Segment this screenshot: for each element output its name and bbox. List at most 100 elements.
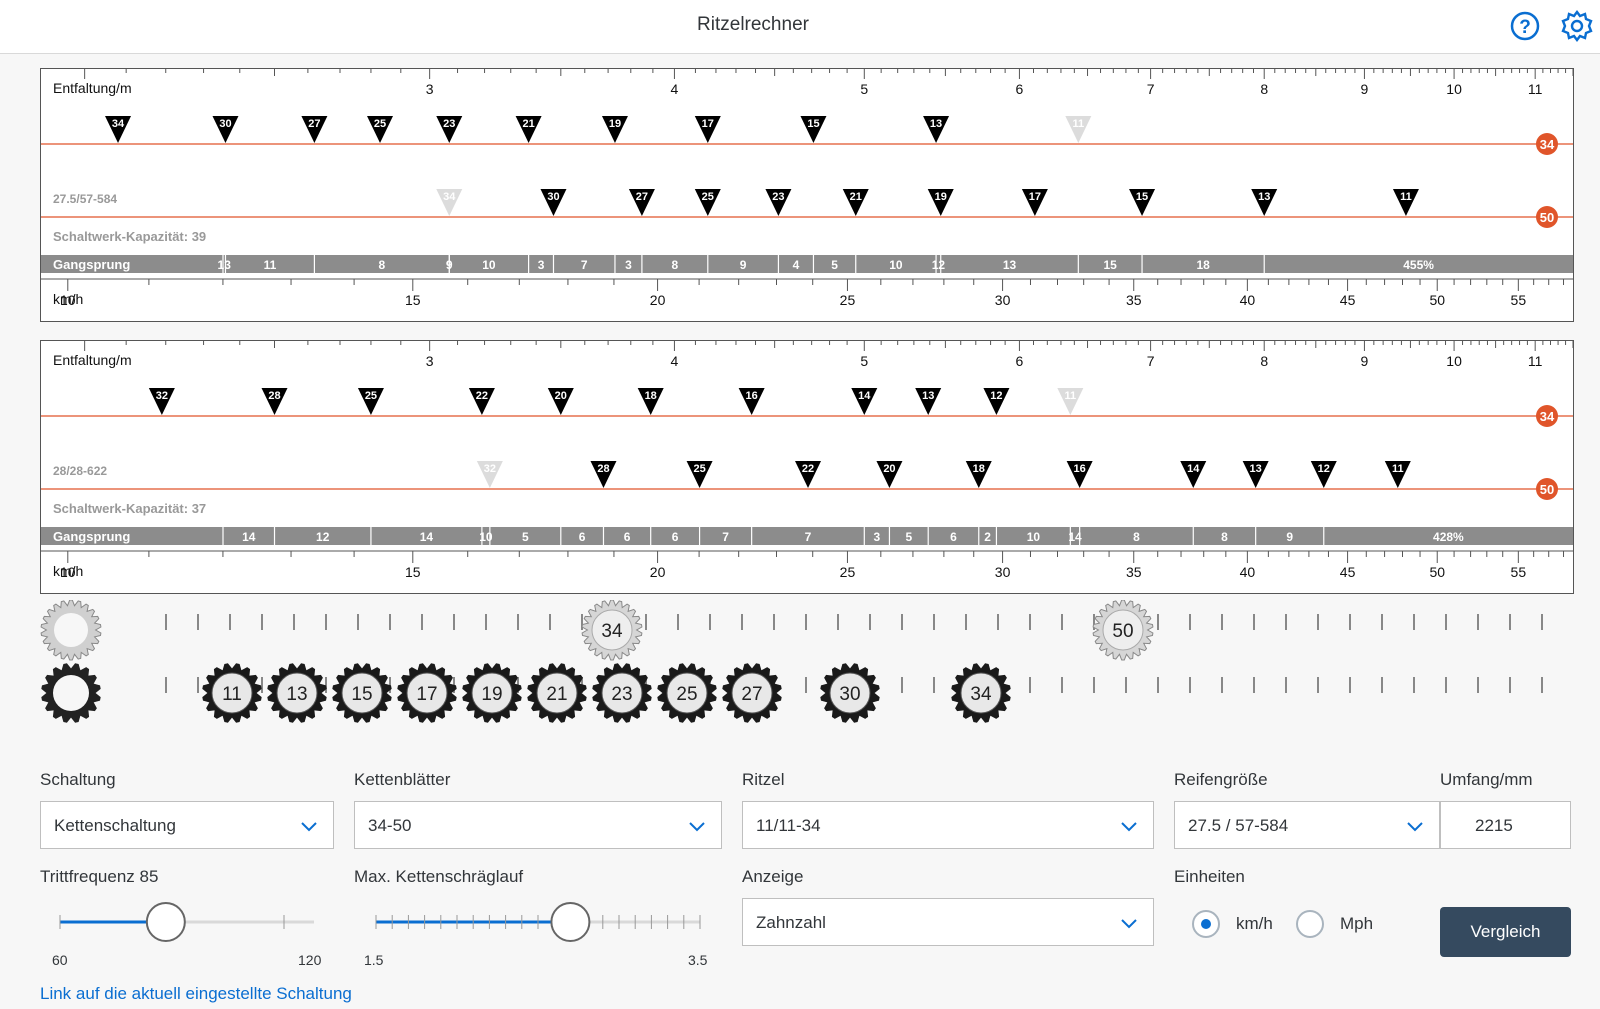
gangsprung-value: 5 bbox=[831, 258, 838, 272]
reifen-select[interactable]: 27.5 / 57-584 bbox=[1174, 801, 1440, 849]
entfaltung-tick-label: 5 bbox=[860, 353, 868, 369]
gangsprung-value: 10 bbox=[482, 258, 496, 272]
tire-label: 27.5/57-584 bbox=[53, 192, 117, 206]
kmh-tick-label: 40 bbox=[1240, 564, 1256, 580]
gangsprung-value: 14 bbox=[242, 530, 256, 544]
sprocket-marker-label: 30 bbox=[219, 118, 231, 130]
kmh-tick-label: 20 bbox=[650, 564, 666, 580]
kettenblaetter-select[interactable]: 34-50 bbox=[354, 801, 722, 849]
kmh-tick-label: 50 bbox=[1429, 564, 1445, 580]
sprocket-marker-label: 25 bbox=[365, 390, 377, 402]
entfaltung-tick-label: 10 bbox=[1446, 81, 1462, 97]
app-title: Ritzelrechner bbox=[697, 14, 809, 35]
gear-selector[interactable]: 34 50 11 13 15 17 19 21 23 25 27 30 34 bbox=[0, 600, 1600, 740]
sprocket-marker-label: 14 bbox=[858, 390, 871, 402]
sprocket-marker-label: 11 bbox=[1392, 463, 1404, 475]
schraeglauf-handle[interactable] bbox=[550, 902, 591, 942]
gangsprung-value: 8 bbox=[378, 258, 385, 272]
gangsprung-value: 9 bbox=[1286, 530, 1293, 544]
gangsprung-value: 455% bbox=[1403, 258, 1434, 272]
capacity-label: Schaltwerk-Kapazität: 39 bbox=[53, 229, 206, 244]
schaltung-value: Kettenschaltung bbox=[54, 816, 176, 835]
cassette-icon-hole bbox=[53, 675, 89, 711]
gangsprung-value: 6 bbox=[672, 530, 679, 544]
sprocket-marker-label: 23 bbox=[443, 118, 455, 130]
sprocket-gear-label: 15 bbox=[351, 684, 372, 705]
entfaltung-tick-label: 5 bbox=[860, 81, 868, 97]
entfaltung-tick-label: 6 bbox=[1016, 353, 1024, 369]
chevron-down-icon bbox=[1407, 822, 1423, 832]
gangsprung-value: 8 bbox=[672, 258, 679, 272]
entfaltung-tick-label: 3 bbox=[426, 81, 434, 97]
entfaltung-tick-label: 6 bbox=[1016, 81, 1024, 97]
gangsprung-value: 7 bbox=[722, 530, 729, 544]
trittfrequenz-handle[interactable] bbox=[145, 902, 186, 942]
sprocket-marker-label: 27 bbox=[308, 118, 320, 130]
reifen-label: Reifengröße bbox=[1174, 770, 1268, 789]
sprocket-marker-label: 34 bbox=[443, 191, 456, 203]
sprocket-marker-label: 18 bbox=[973, 463, 985, 475]
schraeglauf-slider[interactable] bbox=[366, 902, 706, 942]
kmh-tick-label: 10 bbox=[60, 564, 76, 580]
help-icon[interactable]: ? bbox=[1508, 9, 1542, 43]
kmh-tick-label: 45 bbox=[1340, 564, 1356, 580]
sprocket-marker-label: 23 bbox=[772, 191, 784, 203]
umfang-input[interactable]: 2215 bbox=[1440, 801, 1571, 849]
gangsprung-value: 11 bbox=[264, 258, 277, 272]
kmh-tick-label: 55 bbox=[1511, 564, 1527, 580]
trittfrequenz-min: 60 bbox=[52, 952, 68, 968]
sprocket-marker-label: 15 bbox=[1136, 191, 1148, 203]
vergleich-button[interactable]: Vergleich bbox=[1440, 907, 1571, 957]
gangsprung-value: 14 bbox=[420, 530, 434, 544]
ritzel-select[interactable]: 11/11-34 bbox=[742, 801, 1154, 849]
sprocket-marker-label: 16 bbox=[1074, 463, 1086, 475]
anzeige-label: Anzeige bbox=[742, 867, 804, 886]
sprocket-marker-label: 28 bbox=[268, 390, 280, 402]
chainring-gear-label: 50 bbox=[1112, 621, 1133, 642]
radio-kmh-label: km/h bbox=[1236, 914, 1273, 933]
sprocket-marker-label: 28 bbox=[597, 463, 609, 475]
sprocket-gear-label: 23 bbox=[611, 684, 632, 705]
sprocket-marker-label: 32 bbox=[156, 390, 168, 402]
sprocket-gear-label: 30 bbox=[839, 684, 860, 705]
svg-text:?: ? bbox=[1519, 17, 1531, 38]
gangsprung-value: 5 bbox=[522, 530, 529, 544]
chevron-down-icon bbox=[301, 822, 317, 832]
gangsprung-label: Gangsprung bbox=[53, 529, 130, 544]
kettenblaetter-label: Kettenblätter bbox=[354, 770, 451, 789]
trittfrequenz-slider[interactable] bbox=[54, 902, 330, 942]
sprocket-marker-label: 20 bbox=[883, 463, 895, 475]
chainring-badge-label: 34 bbox=[1540, 409, 1555, 424]
chainring-badge-label: 50 bbox=[1540, 482, 1554, 497]
settings-gear-icon[interactable] bbox=[1560, 9, 1594, 43]
trittfrequenz-label: Trittfrequenz 85 bbox=[40, 867, 159, 886]
radio-mph[interactable] bbox=[1296, 910, 1324, 938]
entfaltung-tick-label: 8 bbox=[1260, 81, 1268, 97]
schaltung-link[interactable]: Link auf die aktuell eingestellte Schalt… bbox=[40, 984, 352, 1004]
anzeige-select[interactable]: Zahnzahl bbox=[742, 898, 1154, 946]
gangsprung-value: 7 bbox=[805, 530, 812, 544]
gangsprung-value: 3 bbox=[625, 258, 632, 272]
sprocket-marker-label: 11 bbox=[1065, 390, 1077, 402]
entfaltung-tick-label: 10 bbox=[1446, 353, 1462, 369]
entfaltung-tick-label: 9 bbox=[1361, 353, 1369, 369]
gangsprung-value: 10 bbox=[479, 530, 493, 544]
gangsprung-value: 10 bbox=[889, 258, 903, 272]
schaltung-select[interactable]: Kettenschaltung bbox=[40, 801, 334, 849]
entfaltung-tick-label: 4 bbox=[671, 81, 679, 97]
sprocket-marker-label: 14 bbox=[1187, 463, 1200, 475]
schraeglauf-max: 3.5 bbox=[688, 952, 708, 968]
chainring-badge-label: 34 bbox=[1540, 137, 1555, 152]
sprocket-marker-label: 27 bbox=[636, 191, 648, 203]
sprocket-marker-label: 19 bbox=[609, 118, 621, 130]
entfaltung-tick-label: 8 bbox=[1260, 353, 1268, 369]
sprocket-marker-label: 20 bbox=[555, 390, 567, 402]
sprocket-marker-label: 34 bbox=[112, 118, 125, 130]
sprocket-gear-label: 19 bbox=[481, 684, 502, 705]
radio-kmh[interactable] bbox=[1192, 910, 1220, 938]
gangsprung-label: Gangsprung bbox=[53, 257, 130, 272]
gangsprung-value: 13 bbox=[218, 258, 232, 272]
entfaltung-tick-label: 9 bbox=[1361, 81, 1369, 97]
sprocket-marker-label: 17 bbox=[702, 118, 714, 130]
kmh-tick-label: 35 bbox=[1126, 292, 1142, 308]
